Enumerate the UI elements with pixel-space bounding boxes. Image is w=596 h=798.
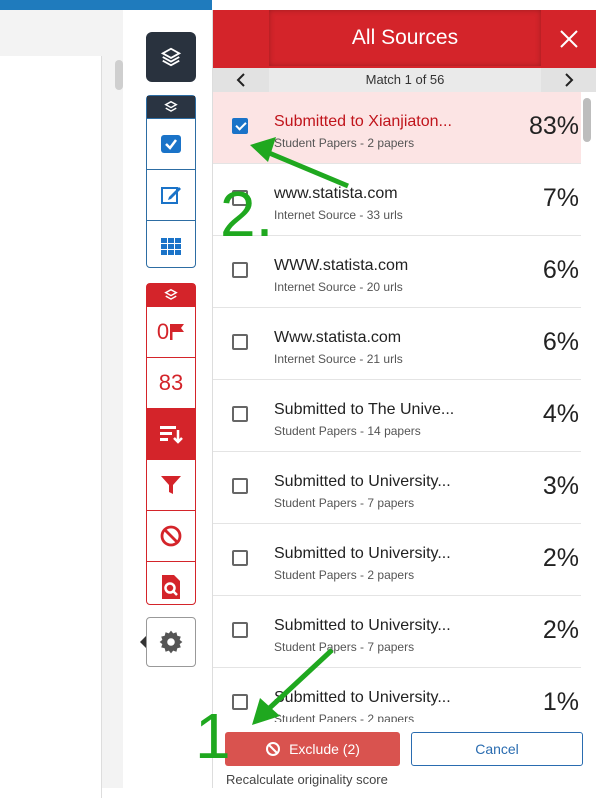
source-search-button[interactable] — [147, 561, 195, 612]
source-title: Submitted to University... — [274, 689, 451, 706]
source-subtitle: Student Papers - 2 papers — [274, 568, 415, 582]
match-list-icon — [160, 426, 183, 444]
source-checkbox[interactable] — [232, 334, 248, 350]
source-percent: 2% — [542, 544, 579, 572]
source-percent: 7% — [542, 184, 579, 212]
source-title: WWW.statista.com — [274, 257, 409, 274]
block-icon — [266, 742, 281, 756]
comment-tool-button[interactable] — [147, 169, 195, 220]
top-accent-bar — [0, 0, 212, 10]
source-list: Submitted to Xianjiaton... Student Paper… — [213, 92, 581, 722]
source-subtitle: Internet Source - 21 urls — [274, 352, 403, 366]
document-search-icon — [162, 575, 180, 599]
list-item[interactable]: Submitted to University... Student Paper… — [213, 668, 581, 722]
source-subtitle: Student Papers - 14 papers — [274, 424, 421, 438]
source-list-scrollbar[interactable] — [583, 98, 591, 142]
source-title: Submitted to Xianjiaton... — [274, 113, 452, 130]
source-subtitle: Student Papers - 7 papers — [274, 496, 415, 510]
filter-button[interactable] — [147, 459, 195, 510]
source-checkbox[interactable] — [232, 190, 248, 206]
source-checkbox[interactable] — [232, 262, 248, 278]
chevron-right-icon — [565, 73, 574, 87]
similarity-score: 83 — [158, 370, 184, 395]
source-subtitle: Student Papers - 7 papers — [274, 640, 415, 654]
source-percent: 6% — [542, 328, 579, 356]
match-counter: Match 1 of 56 — [269, 68, 541, 92]
source-checkbox[interactable] — [232, 550, 248, 566]
source-title: Www.statista.com — [274, 329, 402, 346]
source-percent: 6% — [542, 256, 579, 284]
document-scrollbar[interactable] — [115, 60, 123, 90]
layers-icon — [160, 47, 182, 67]
source-checkbox[interactable] — [232, 406, 248, 422]
cancel-button[interactable]: Cancel — [411, 732, 583, 766]
source-title: Submitted to University... — [274, 473, 451, 490]
source-checkbox[interactable] — [232, 118, 248, 134]
list-item[interactable]: WWW.statista.com Internet Source - 20 ur… — [213, 236, 581, 308]
chevron-left-icon — [236, 73, 245, 87]
flag-count: 0 — [156, 319, 170, 344]
source-title: Submitted to The Unive... — [274, 401, 455, 418]
similarity-tools-group: 0 83 — [146, 283, 196, 605]
source-title: www.statista.com — [274, 185, 398, 202]
rubric-tool-button[interactable] — [147, 220, 195, 271]
source-subtitle: Internet Source - 20 urls — [274, 280, 403, 294]
list-item[interactable]: Www.statista.com Internet Source - 21 ur… — [213, 308, 581, 380]
close-icon — [560, 30, 578, 48]
similarity-score-button[interactable]: 83 — [147, 357, 195, 408]
list-item[interactable]: Submitted to The Unive... Student Papers… — [213, 380, 581, 452]
close-button[interactable] — [541, 10, 596, 68]
source-title: Submitted to University... — [274, 545, 451, 562]
source-percent: 83% — [528, 112, 579, 140]
checkmark-tool-button[interactable] — [147, 118, 195, 169]
all-sources-panel: All Sources Match 1 of 56 Submitted to X… — [212, 10, 596, 788]
flags-button[interactable]: 0 — [147, 306, 195, 357]
excluded-sources-button[interactable] — [147, 510, 195, 561]
source-checkbox[interactable] — [232, 622, 248, 638]
source-checkbox[interactable] — [232, 478, 248, 494]
filter-icon — [161, 476, 181, 494]
edit-icon — [161, 187, 181, 204]
panel-footer: Exclude (2) Cancel Recalculate originali… — [213, 722, 596, 788]
match-overview-button[interactable] — [147, 408, 195, 459]
layers-toggle-button[interactable] — [146, 32, 196, 82]
grid-icon — [161, 238, 181, 255]
source-percent: 1% — [542, 688, 579, 716]
flag-icon — [170, 324, 185, 340]
document-page — [0, 56, 102, 798]
gear-icon — [159, 630, 183, 654]
grading-tools-group — [146, 95, 196, 268]
panel-header: All Sources — [213, 10, 596, 68]
layers-icon — [164, 100, 178, 112]
list-item[interactable]: Submitted to University... Student Paper… — [213, 452, 581, 524]
settings-button[interactable] — [146, 617, 196, 667]
exclude-label: Exclude (2) — [289, 741, 360, 757]
source-percent: 4% — [542, 400, 579, 428]
grading-layer-header[interactable] — [147, 96, 195, 118]
exclude-button[interactable]: Exclude (2) — [225, 732, 400, 766]
next-match-button[interactable] — [541, 68, 596, 92]
list-item[interactable]: Submitted to Xianjiaton... Student Paper… — [213, 92, 581, 164]
panel-title: All Sources — [269, 10, 541, 66]
source-percent: 3% — [542, 472, 579, 500]
checkbox-icon — [161, 135, 181, 153]
block-icon — [160, 525, 182, 547]
source-subtitle: Student Papers - 2 papers — [274, 136, 415, 150]
recalculate-link[interactable]: Recalculate originality score — [226, 772, 388, 787]
list-item[interactable]: www.statista.com Internet Source - 33 ur… — [213, 164, 581, 236]
source-subtitle: Student Papers - 2 papers — [274, 712, 415, 722]
layers-icon — [164, 288, 178, 300]
source-checkbox[interactable] — [232, 694, 248, 710]
previous-match-button[interactable] — [213, 68, 269, 92]
list-item[interactable]: Submitted to University... Student Paper… — [213, 524, 581, 596]
similarity-layer-header[interactable] — [147, 284, 195, 306]
source-subtitle: Internet Source - 33 urls — [274, 208, 403, 222]
match-navigation: Match 1 of 56 — [213, 68, 596, 92]
source-percent: 2% — [542, 616, 579, 644]
list-item[interactable]: Submitted to University... Student Paper… — [213, 596, 581, 668]
source-title: Submitted to University... — [274, 617, 451, 634]
